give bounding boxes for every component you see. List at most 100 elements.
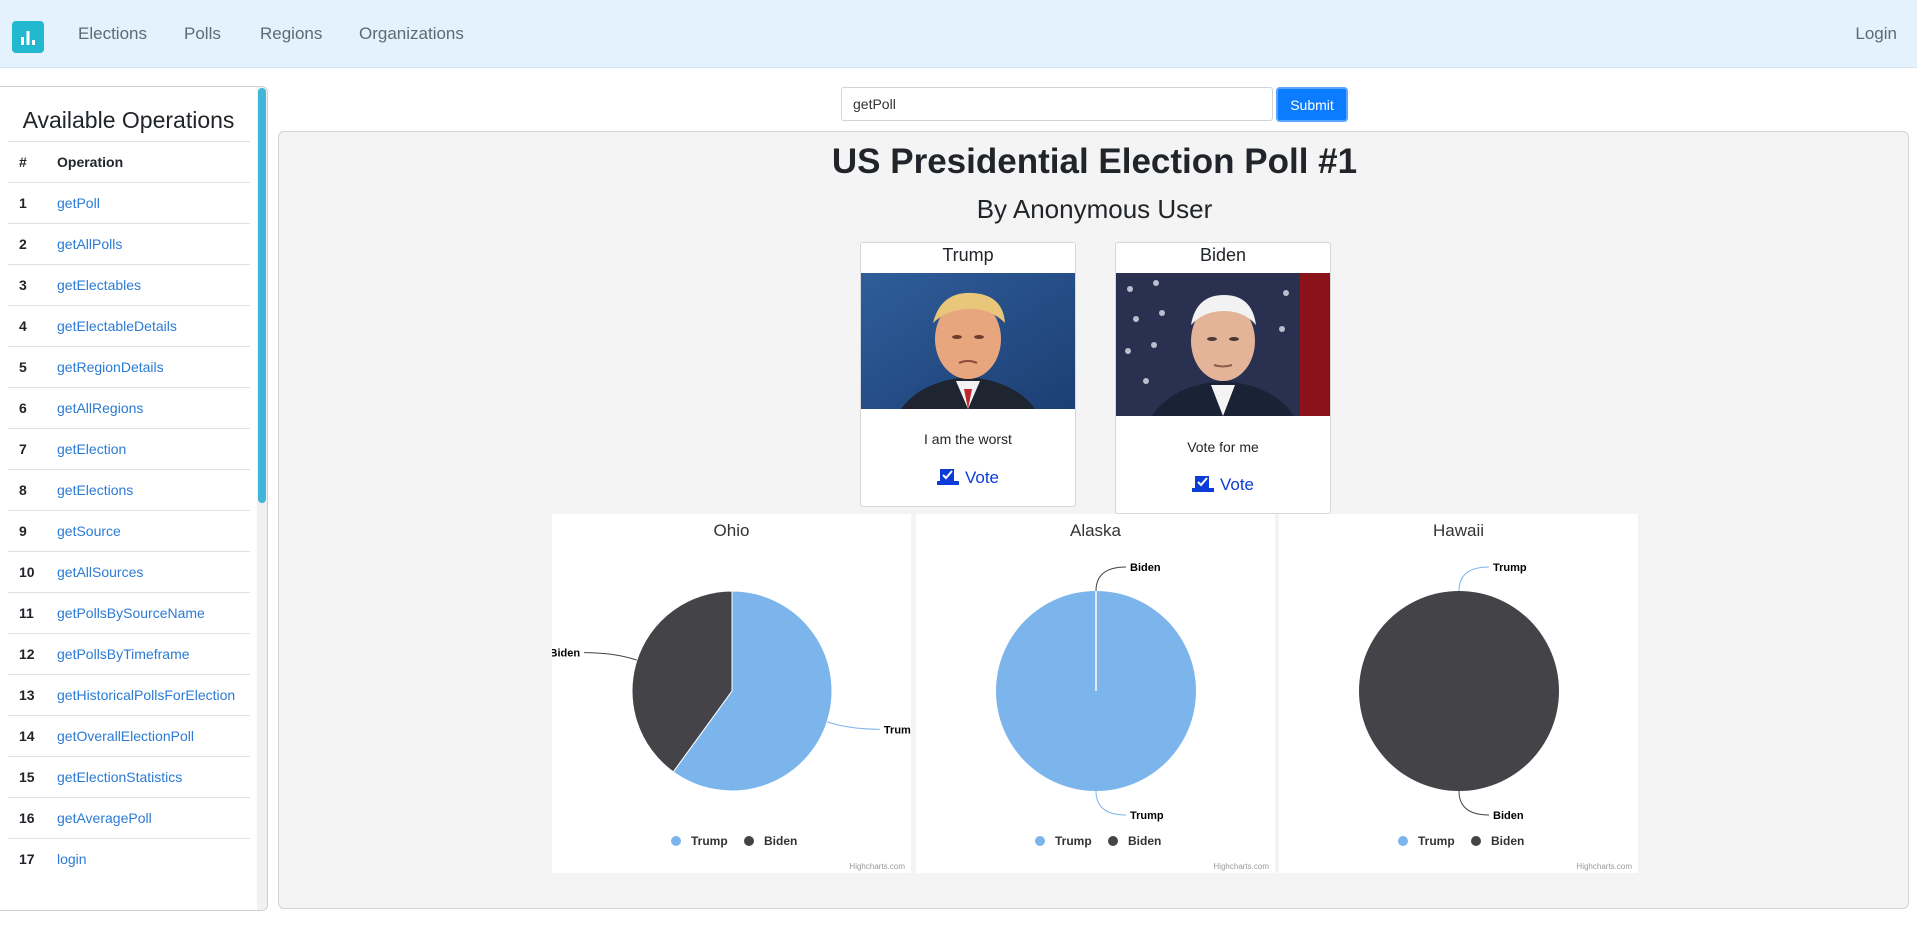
operation-row[interactable]: 10 getAllSources: [8, 551, 250, 592]
operation-row[interactable]: 4 getElectableDetails: [8, 305, 250, 346]
poll-title: US Presidential Election Poll #1: [831, 142, 1358, 181]
operation-link[interactable]: getElection: [57, 441, 126, 457]
operation-link[interactable]: getElectableDetails: [57, 318, 177, 334]
operations-sidebar: Available Operations # Operation 1 getPol…: [0, 86, 268, 911]
data-label: Trump: [884, 724, 911, 736]
data-label: Biden: [1130, 562, 1161, 574]
nav-organizations[interactable]: Organizations: [359, 24, 464, 44]
operation-row[interactable]: 15 getElectionStatistics: [8, 756, 250, 797]
operation-row[interactable]: 8 getElections: [8, 469, 250, 510]
operations-table: # Operation 1 getPoll 2 getAllPolls 3 getElec…: [8, 141, 250, 879]
operation-number: 15: [19, 769, 35, 785]
header-number: #: [19, 154, 27, 170]
operation-row[interactable]: 11 getPollsBySourceName: [8, 592, 250, 633]
nav-login[interactable]: Login: [1855, 24, 1897, 44]
pie-chart-alaska: Alaska Trump Biden Trump Biden Highcharts.com: [916, 514, 1275, 873]
operation-link[interactable]: login: [57, 851, 87, 867]
operation-link[interactable]: getRegionDetails: [57, 359, 164, 375]
operation-link[interactable]: getSource: [57, 523, 121, 539]
data-label: Trump: [1493, 562, 1527, 574]
connector-biden: [584, 652, 638, 661]
operation-link[interactable]: getOverallElectionPoll: [57, 728, 194, 744]
operation-row[interactable]: 17 login: [8, 838, 250, 879]
chart-credits: Highcharts.com: [1213, 862, 1269, 871]
operation-row[interactable]: 6 getAllRegions: [8, 387, 250, 428]
pie-svg: Alaska Trump Biden Trump Biden Highcharts.com: [996, 521, 1269, 871]
operation-link[interactable]: getElectables: [57, 277, 141, 293]
nav-polls[interactable]: Polls: [184, 24, 221, 44]
vote-button-biden[interactable]: Vote: [1116, 475, 1330, 495]
operation-link[interactable]: getPollsBySourceName: [57, 605, 205, 621]
operation-row[interactable]: 9 getSource: [8, 510, 250, 551]
operation-link[interactable]: getPollsByTimeframe: [57, 646, 190, 662]
operation-number: 8: [19, 482, 27, 498]
operation-link[interactable]: getHistoricalPollsForElection: [57, 687, 235, 703]
operation-row[interactable]: 7 getElection: [8, 428, 250, 469]
operation-number: 7: [19, 441, 27, 457]
operation-row[interactable]: 3 getElectables: [8, 264, 250, 305]
legend-marker-trump: [1035, 836, 1045, 846]
operation-link[interactable]: getAveragePoll: [57, 810, 152, 826]
operation-link[interactable]: getAllRegions: [57, 400, 143, 416]
connector-trump: [1095, 790, 1127, 816]
operation-number: 16: [19, 810, 35, 826]
legend-marker-trump: [671, 836, 681, 846]
operation-number: 2: [19, 236, 27, 252]
operation-row[interactable]: 13 getHistoricalPollsForElection: [8, 674, 250, 715]
sidebar-title: Available Operations: [22, 107, 235, 133]
sidebar-scrollbar[interactable]: [257, 87, 267, 910]
operation-row[interactable]: 14 getOverallElectionPoll: [8, 715, 250, 756]
candidate-name: Trump: [942, 245, 994, 265]
legend-item: Trump: [1418, 834, 1455, 848]
vote-label: Vote: [964, 468, 1000, 487]
legend-marker-biden: [1108, 836, 1118, 846]
connector-trump: [826, 721, 880, 730]
operation-row[interactable]: 16 getAveragePoll: [8, 797, 250, 838]
operation-link[interactable]: getAllPolls: [57, 236, 122, 252]
legend-item: Biden: [764, 834, 797, 848]
operation-link[interactable]: getAllSources: [57, 564, 143, 580]
connector-biden: [1095, 566, 1127, 592]
operation-number: 14: [19, 728, 35, 744]
operation-link[interactable]: getElections: [57, 482, 133, 498]
nav-regions[interactable]: Regions: [260, 24, 322, 44]
sidebar-scrollbar-thumb[interactable]: [258, 88, 266, 503]
candidate-quote: Vote for me: [1187, 439, 1259, 455]
candidate-card-biden: Biden Vote for me Vote: [1115, 242, 1331, 514]
operation-number: 5: [19, 359, 27, 375]
operation-row[interactable]: 2 getAllPolls: [8, 223, 250, 264]
operation-number: 11: [19, 605, 34, 621]
operation-number: 6: [19, 400, 27, 416]
chart-title: Ohio: [714, 521, 750, 540]
data-label: Biden: [552, 648, 580, 660]
operation-number: 13: [19, 687, 35, 703]
operation-link[interactable]: getElectionStatistics: [57, 769, 182, 785]
pie-chart-hawaii: Hawaii Trump Biden Trump Biden Highcharts.com: [1279, 514, 1638, 873]
legend-item: Trump: [691, 834, 728, 848]
operation-row[interactable]: 12 getPollsByTimeframe: [8, 633, 250, 674]
legend-marker-trump: [1398, 836, 1408, 846]
nav-elections[interactable]: Elections: [78, 24, 147, 44]
legend-item: Biden: [1491, 834, 1524, 848]
legend-item: Biden: [1128, 834, 1161, 848]
operation-number: 10: [19, 564, 35, 580]
data-label: Biden: [1493, 810, 1524, 822]
candidate-name: Biden: [1199, 245, 1247, 265]
vote-button-trump[interactable]: Vote: [861, 468, 1075, 488]
vote-label: Vote: [1219, 475, 1255, 494]
pie-svg: Ohio Trump Biden Trump Biden Highcharts.com: [552, 521, 911, 871]
candidate-photo-biden: [1116, 273, 1330, 416]
bar-chart-logo-icon[interactable]: [12, 21, 44, 53]
chart-title: Hawaii: [1433, 521, 1484, 540]
ballot-check-icon: [1191, 476, 1214, 492]
candidate-card-trump: Trump I am the worst Vote: [860, 242, 1076, 507]
operation-number: 17: [19, 851, 35, 867]
operation-input[interactable]: [841, 87, 1273, 121]
operation-link[interactable]: getPoll: [57, 195, 100, 211]
submit-button[interactable]: Submit: [1276, 87, 1348, 122]
pie-svg: Hawaii Trump Biden Trump Biden Highcharts.com: [1359, 521, 1632, 871]
operation-number: 1: [19, 195, 27, 211]
operation-row[interactable]: 5 getRegionDetails: [8, 346, 250, 387]
chart-title: Alaska: [1070, 521, 1122, 540]
operation-row[interactable]: 1 getPoll: [8, 182, 250, 223]
